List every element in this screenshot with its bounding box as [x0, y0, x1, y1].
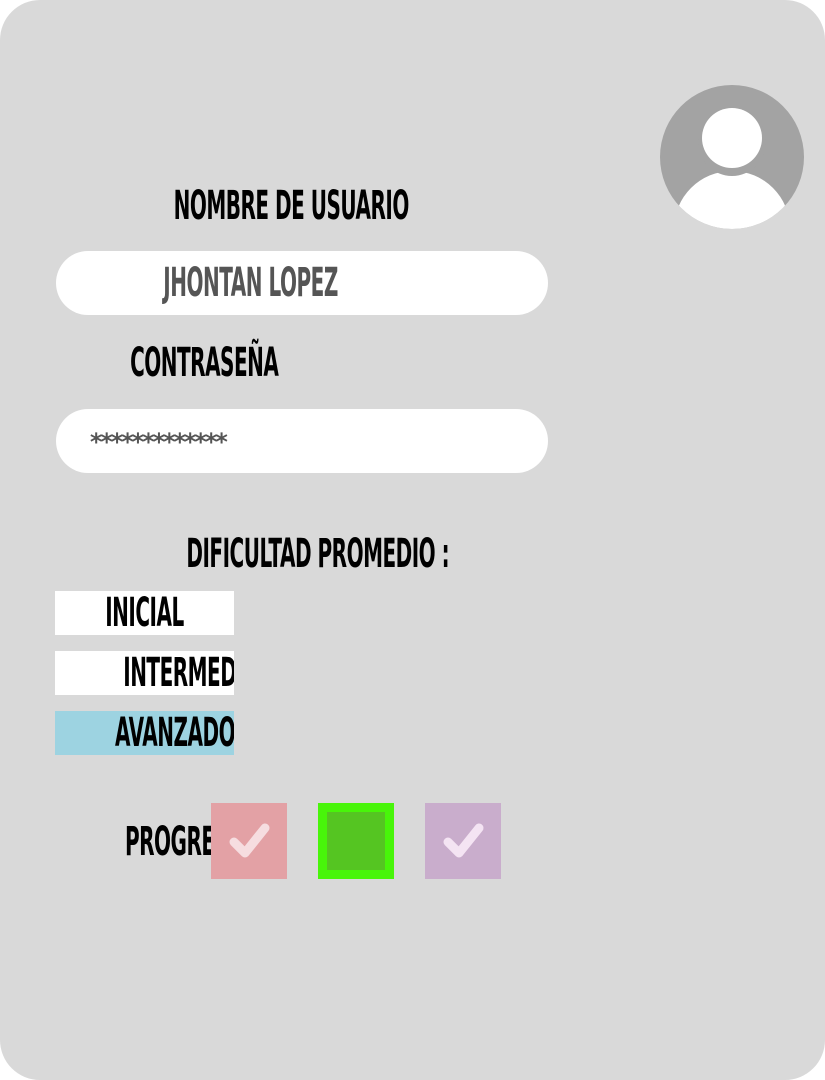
username-value: JHONTAN LOPEZ — [163, 260, 338, 306]
username-label-text: NOMBRE DE USUARIO — [173, 183, 410, 229]
difficulty-option-label: INTERMEDIO — [55, 653, 234, 693]
username-label: NOMBRE DE USUARIO — [173, 183, 410, 229]
password-field[interactable]: ************* — [56, 409, 548, 473]
difficulty-option-label: INICIAL — [55, 593, 234, 633]
difficulty-label: DIFICULTAD PROMEDIO : — [186, 534, 449, 574]
difficulty-option-avanzado[interactable]: AVANZADO — [55, 711, 234, 755]
difficulty-option-text: INTERMEDIO — [123, 651, 234, 695]
difficulty-option-label: AVANZADO — [55, 713, 234, 753]
progress-box-3[interactable] — [425, 803, 501, 879]
progress-box-1[interactable] — [211, 803, 287, 879]
difficulty-option-text: INICIAL — [105, 591, 184, 635]
difficulty-label-text: DIFICULTAD PROMEDIO : — [186, 531, 450, 577]
checkmark-icon — [229, 823, 270, 858]
difficulty-option-inicial[interactable]: INICIAL — [55, 591, 234, 635]
progress-box-2[interactable] — [318, 803, 394, 879]
username-value-wrap: JHONTAN LOPEZ — [163, 263, 338, 303]
profile-card: NOMBRE DE USUARIO JHONTAN LOPEZ CONTRASE… — [0, 0, 825, 1080]
difficulty-option-text: AVANZADO — [115, 711, 234, 755]
difficulty-option-intermedio[interactable]: INTERMEDIO — [55, 651, 234, 695]
password-label: CONTRASEÑA — [130, 340, 279, 386]
password-label-text: CONTRASEÑA — [130, 340, 279, 386]
avatar-silhouette — [674, 108, 790, 229]
username-field[interactable]: JHONTAN LOPEZ — [56, 251, 548, 315]
checkmark-icon — [443, 823, 484, 858]
password-value: ************* — [89, 428, 229, 456]
user-avatar-icon[interactable] — [660, 85, 804, 229]
